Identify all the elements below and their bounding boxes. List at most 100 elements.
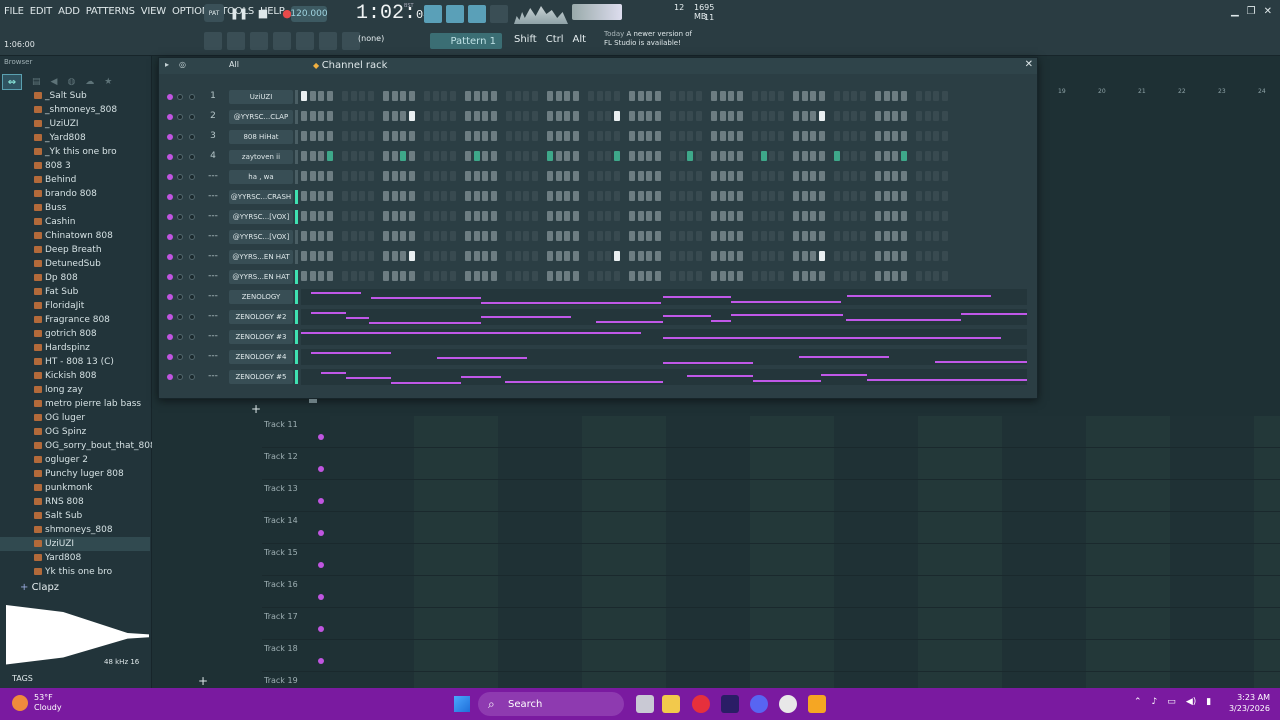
step-button[interactable] (432, 111, 439, 121)
master-volume-slider[interactable] (572, 4, 622, 20)
folder-icon[interactable]: ▤ (32, 77, 41, 87)
update-news[interactable]: Today A newer version of FL Studio is av… (604, 30, 692, 48)
step-button[interactable] (654, 131, 661, 141)
step-button[interactable] (564, 271, 570, 281)
step-button[interactable] (400, 131, 406, 141)
step-button[interactable] (555, 251, 562, 261)
arrow-icon[interactable] (319, 32, 337, 50)
step-button[interactable] (408, 131, 415, 141)
step-button[interactable] (941, 211, 948, 221)
step-button[interactable] (859, 131, 866, 141)
channel-mixer-track[interactable]: 1 (201, 91, 225, 101)
channel-led[interactable] (167, 194, 173, 200)
step-button[interactable] (564, 171, 570, 181)
step-button[interactable] (613, 151, 620, 161)
step-button[interactable] (514, 251, 521, 261)
step-button[interactable] (801, 171, 808, 181)
step-button[interactable] (588, 111, 594, 121)
ctrl-key[interactable]: Ctrl (546, 34, 564, 45)
step-button[interactable] (924, 231, 931, 241)
browser-folder[interactable]: DetunedSub (0, 257, 150, 271)
step-button[interactable] (752, 171, 758, 181)
step-button[interactable] (834, 91, 840, 101)
step-button[interactable] (547, 271, 553, 281)
mixer-icon[interactable] (296, 32, 314, 50)
step-button[interactable] (473, 91, 480, 101)
step-button[interactable] (924, 111, 931, 121)
pause-icon[interactable]: ❚❚ (230, 4, 248, 22)
step-button[interactable] (769, 171, 775, 181)
channel-led[interactable] (167, 354, 173, 360)
step-button[interactable] (859, 211, 866, 221)
channel-pan-knob[interactable] (189, 234, 195, 240)
step-button[interactable] (391, 251, 398, 261)
step-button[interactable] (523, 131, 529, 141)
step-button[interactable] (490, 131, 497, 141)
step-button[interactable] (793, 91, 799, 101)
channel-mixer-track[interactable]: 2 (201, 111, 225, 121)
step-button[interactable] (514, 191, 521, 201)
step-button[interactable] (678, 231, 685, 241)
channel-name-button[interactable]: @YYRS...EN HAT (229, 270, 293, 284)
step-button[interactable] (555, 191, 562, 201)
step-button[interactable] (588, 151, 594, 161)
step-button[interactable] (400, 91, 406, 101)
step-button[interactable] (473, 211, 480, 221)
browser-folder[interactable]: Deep Breath (0, 243, 150, 257)
step-button[interactable] (342, 211, 348, 221)
channel-volume-knob[interactable] (177, 114, 183, 120)
step-button[interactable] (728, 191, 734, 201)
step-button[interactable] (752, 251, 758, 261)
channel-pan-knob[interactable] (189, 294, 195, 300)
step-button[interactable] (801, 251, 808, 261)
step-button[interactable] (752, 131, 758, 141)
step-button[interactable] (359, 211, 365, 221)
channel-mixer-track[interactable]: --- (201, 251, 225, 261)
step-button[interactable] (473, 151, 480, 161)
step-button[interactable] (941, 251, 948, 261)
wait-input-icon[interactable] (490, 5, 508, 23)
step-button[interactable] (359, 191, 365, 201)
channel-mixer-track[interactable]: --- (201, 211, 225, 221)
step-button[interactable] (875, 231, 881, 241)
step-button[interactable] (670, 91, 676, 101)
step-button[interactable] (892, 111, 898, 121)
step-button[interactable] (400, 151, 406, 161)
step-button[interactable] (752, 91, 758, 101)
step-button[interactable] (391, 111, 398, 121)
step-button[interactable] (572, 111, 579, 121)
step-button[interactable] (473, 171, 480, 181)
step-button[interactable] (432, 271, 439, 281)
taskbar-search[interactable]: Search (478, 692, 624, 716)
step-button[interactable] (719, 91, 726, 101)
step-button[interactable] (801, 231, 808, 241)
step-button[interactable] (933, 131, 939, 141)
browser-folder[interactable]: Fat Sub (0, 285, 150, 299)
step-button[interactable] (383, 191, 389, 201)
menu-add[interactable]: ADD (58, 6, 80, 17)
step-button[interactable] (400, 111, 406, 121)
step-button[interactable] (506, 211, 512, 221)
step-button[interactable] (326, 271, 333, 281)
step-button[interactable] (916, 131, 922, 141)
track-lane[interactable] (330, 608, 1280, 639)
step-button[interactable] (350, 231, 357, 241)
step-button[interactable] (834, 271, 840, 281)
step-button[interactable] (400, 211, 406, 221)
step-button[interactable] (842, 211, 849, 221)
step-button[interactable] (523, 211, 529, 221)
channel-led[interactable] (167, 214, 173, 220)
step-button[interactable] (736, 151, 743, 161)
step-button[interactable] (441, 131, 447, 141)
star-icon[interactable]: ★ (104, 77, 112, 87)
track-led[interactable] (318, 594, 324, 600)
step-button[interactable] (637, 191, 644, 201)
step-button[interactable] (842, 231, 849, 241)
step-button[interactable] (424, 111, 430, 121)
step-button[interactable] (359, 231, 365, 241)
step-button[interactable] (883, 131, 890, 141)
channel-pan-knob[interactable] (189, 134, 195, 140)
step-button[interactable] (728, 251, 734, 261)
step-button[interactable] (572, 151, 579, 161)
step-button[interactable] (359, 131, 365, 141)
